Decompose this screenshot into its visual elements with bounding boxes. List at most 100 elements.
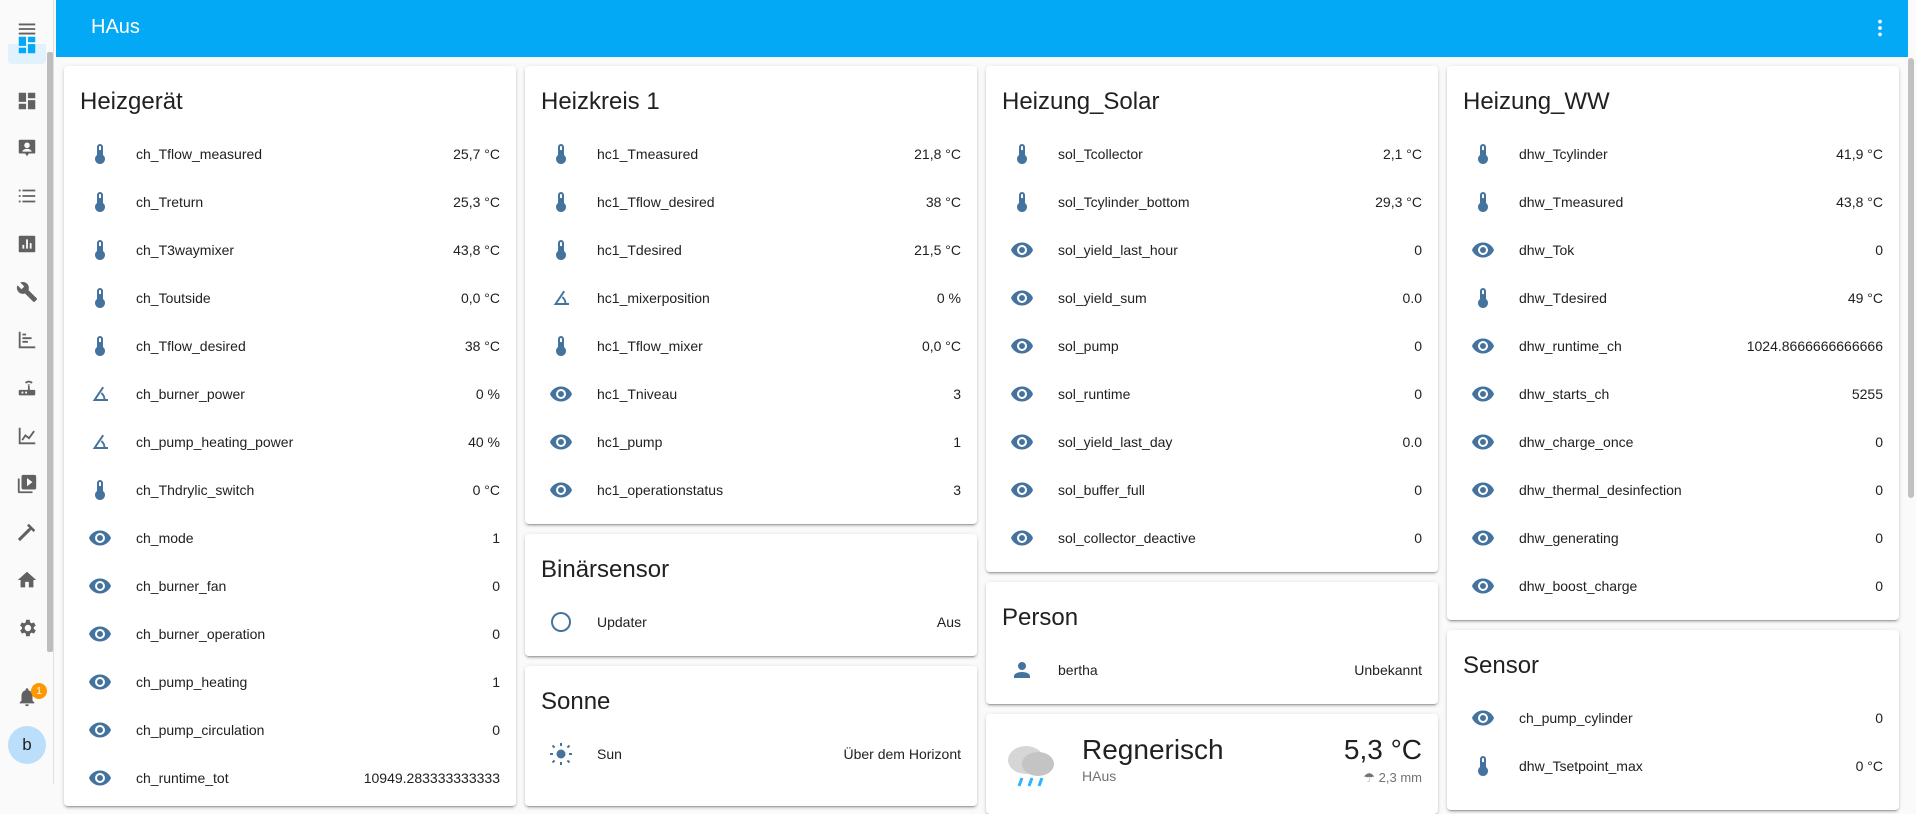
entity-row[interactable]: ch_burner_operation 0 [80, 610, 500, 658]
sidebar-item-supervisor[interactable] [10, 563, 44, 597]
entity-row[interactable]: hc1_Tdesired 21,5 °C [541, 226, 961, 274]
entity-row[interactable]: ch_Treturn 25,3 °C [80, 178, 500, 226]
entity-state: 0 [1414, 386, 1422, 402]
entity-row[interactable]: ch_runtime_tot 10949.283333333333 [80, 754, 500, 802]
entity-row[interactable]: ch_Tflow_measured 25,7 °C [80, 130, 500, 178]
thermometer-icon [541, 134, 581, 174]
eye-icon [1463, 470, 1503, 510]
entity-row[interactable]: hc1_mixerposition 0 % [541, 274, 961, 322]
entity-row[interactable]: sol_buffer_full 0 [1002, 466, 1422, 514]
entity-row[interactable]: dhw_Tok 0 [1463, 226, 1883, 274]
sidebar-item-notifications[interactable]: 1 [10, 680, 47, 714]
entity-row[interactable]: sol_Tcylinder_bottom 29,3 °C [1002, 178, 1422, 226]
home-gear-icon [17, 571, 37, 588]
entity-row[interactable]: sol_Tcollector 2,1 °C [1002, 130, 1422, 178]
entity-row[interactable]: ch_pump_circulation 0 [80, 706, 500, 754]
card-heizgeraet: Heizgerät ch_Tflow_measured 25,7 °C ch_Tre… [64, 66, 516, 806]
entity-name: sol_collector_deactive [1058, 530, 1196, 546]
entity-state: 49 °C [1847, 290, 1883, 306]
entity-row[interactable]: ch_burner_power 0 % [80, 370, 500, 418]
sidebar-item-overview[interactable] [8, 36, 46, 64]
angle-icon [80, 422, 120, 462]
sidebar-item-area-chart[interactable] [10, 419, 44, 453]
eye-icon [1463, 518, 1503, 558]
sidebar-scrollbar[interactable] [47, 52, 53, 652]
entity-row[interactable]: ch_pump_heating 1 [80, 658, 500, 706]
entity-name: dhw_boost_charge [1519, 578, 1638, 594]
entity-row[interactable]: ch_Toutside 0,0 °C [80, 274, 500, 322]
entity-row[interactable]: ch_Thdrylic_switch 0 °C [80, 466, 500, 514]
entity-row[interactable]: ch_pump_cylinder 0 [1463, 694, 1883, 742]
entity-name: Updater [597, 614, 647, 630]
eye-icon [80, 758, 120, 798]
sidebar-item-map[interactable] [10, 131, 44, 165]
entity-row[interactable]: dhw_Tdesired 49 °C [1463, 274, 1883, 322]
card-weather[interactable]: Regnerisch HAus 5,3 °C ☂ 2,3 mm [986, 714, 1438, 814]
entity-row[interactable]: sol_collector_deactive 0 [1002, 514, 1422, 562]
entity-state: 0 °C [472, 482, 500, 498]
sidebar-item-developer-tools[interactable] [10, 515, 44, 549]
entity-row[interactable]: Sun Über dem Horizont [541, 730, 961, 778]
entity-row[interactable]: dhw_generating 0 [1463, 514, 1883, 562]
sidebar-item-logbook[interactable] [10, 179, 44, 213]
entity-row[interactable]: dhw_Tsetpoint_max 0 °C [1463, 742, 1883, 790]
thermometer-icon [541, 182, 581, 222]
sidebar-item-statistics[interactable] [10, 323, 44, 357]
entity-row[interactable]: bertha Unbekannt [1002, 646, 1422, 694]
entity-row[interactable]: hc1_Tmeasured 21,8 °C [541, 130, 961, 178]
entity-name: hc1_Tniveau [597, 386, 678, 402]
entity-state: 0 % [475, 386, 500, 402]
entity-row[interactable]: sol_yield_sum 0.0 [1002, 274, 1422, 322]
entity-row[interactable]: dhw_thermal_desinfection 0 [1463, 466, 1883, 514]
entity-row[interactable]: hc1_Tniveau 3 [541, 370, 961, 418]
entity-row[interactable]: sol_runtime 0 [1002, 370, 1422, 418]
entity-row[interactable]: ch_Tflow_desired 38 °C [80, 322, 500, 370]
entity-row[interactable]: ch_mode 1 [80, 514, 500, 562]
entity-state: 40 % [468, 434, 500, 450]
entity-row[interactable]: ch_T3waymixer 43,8 °C [80, 226, 500, 274]
entity-state: 0 [1414, 482, 1422, 498]
entity-name: sol_yield_last_day [1058, 434, 1173, 450]
entity-row[interactable]: dhw_Tmeasured 43,8 °C [1463, 178, 1883, 226]
thermometer-icon [80, 278, 120, 318]
thermometer-icon [1002, 182, 1042, 222]
entity-row[interactable]: ch_burner_fan 0 [80, 562, 500, 610]
entity-state: 0 % [936, 290, 961, 306]
avatar[interactable]: b [8, 726, 46, 764]
card-binaersensor: Binärsensor Updater Aus [525, 534, 977, 656]
entity-row[interactable]: ch_pump_heating_power 40 % [80, 418, 500, 466]
entity-name: ch_Tflow_desired [136, 338, 246, 354]
page-scrollbar[interactable] [1908, 58, 1914, 498]
eye-icon [1002, 518, 1042, 558]
entity-row[interactable]: hc1_Tflow_desired 38 °C [541, 178, 961, 226]
sidebar-item-router[interactable] [10, 371, 44, 405]
entity-name: dhw_generating [1519, 530, 1619, 546]
card-title: Person [1002, 604, 1079, 631]
entity-state: 29,3 °C [1375, 194, 1422, 210]
entity-name: ch_pump_circulation [136, 722, 265, 738]
sidebar-item-history[interactable] [10, 227, 44, 261]
entity-row[interactable]: sol_yield_last_hour 0 [1002, 226, 1422, 274]
sidebar-item-media[interactable] [10, 467, 44, 501]
entity-row[interactable]: dhw_boost_charge 0 [1463, 562, 1883, 610]
sidebar-item-developer[interactable] [10, 275, 44, 309]
entity-row[interactable]: dhw_Tcylinder 41,9 °C [1463, 130, 1883, 178]
entity-row[interactable]: Updater Aus [541, 598, 961, 646]
sidebar-item-settings[interactable] [10, 611, 44, 645]
entity-row[interactable]: dhw_charge_once 0 [1463, 418, 1883, 466]
entity-row[interactable]: hc1_pump 1 [541, 418, 961, 466]
entity-row[interactable]: hc1_Tflow_mixer 0,0 °C [541, 322, 961, 370]
entity-row[interactable]: hc1_operationstatus 3 [541, 466, 961, 514]
notification-badge: 1 [31, 683, 47, 699]
router-icon [18, 380, 36, 396]
entity-row[interactable]: sol_pump 0 [1002, 322, 1422, 370]
entity-state: 0 [1875, 434, 1883, 450]
entity-state: 0 [1875, 710, 1883, 726]
sidebar-item-energy[interactable] [10, 84, 44, 118]
entity-name: sol_buffer_full [1058, 482, 1145, 498]
entity-row[interactable]: sol_yield_last_day 0.0 [1002, 418, 1422, 466]
entity-row[interactable]: dhw_starts_ch 5255 [1463, 370, 1883, 418]
more-options-button[interactable] [1864, 12, 1896, 44]
entity-row[interactable]: dhw_runtime_ch 1024.8666666666666 [1463, 322, 1883, 370]
card-heizung-solar: Heizung_Solar sol_Tcollector 2,1 °C sol_Tc… [986, 66, 1438, 572]
